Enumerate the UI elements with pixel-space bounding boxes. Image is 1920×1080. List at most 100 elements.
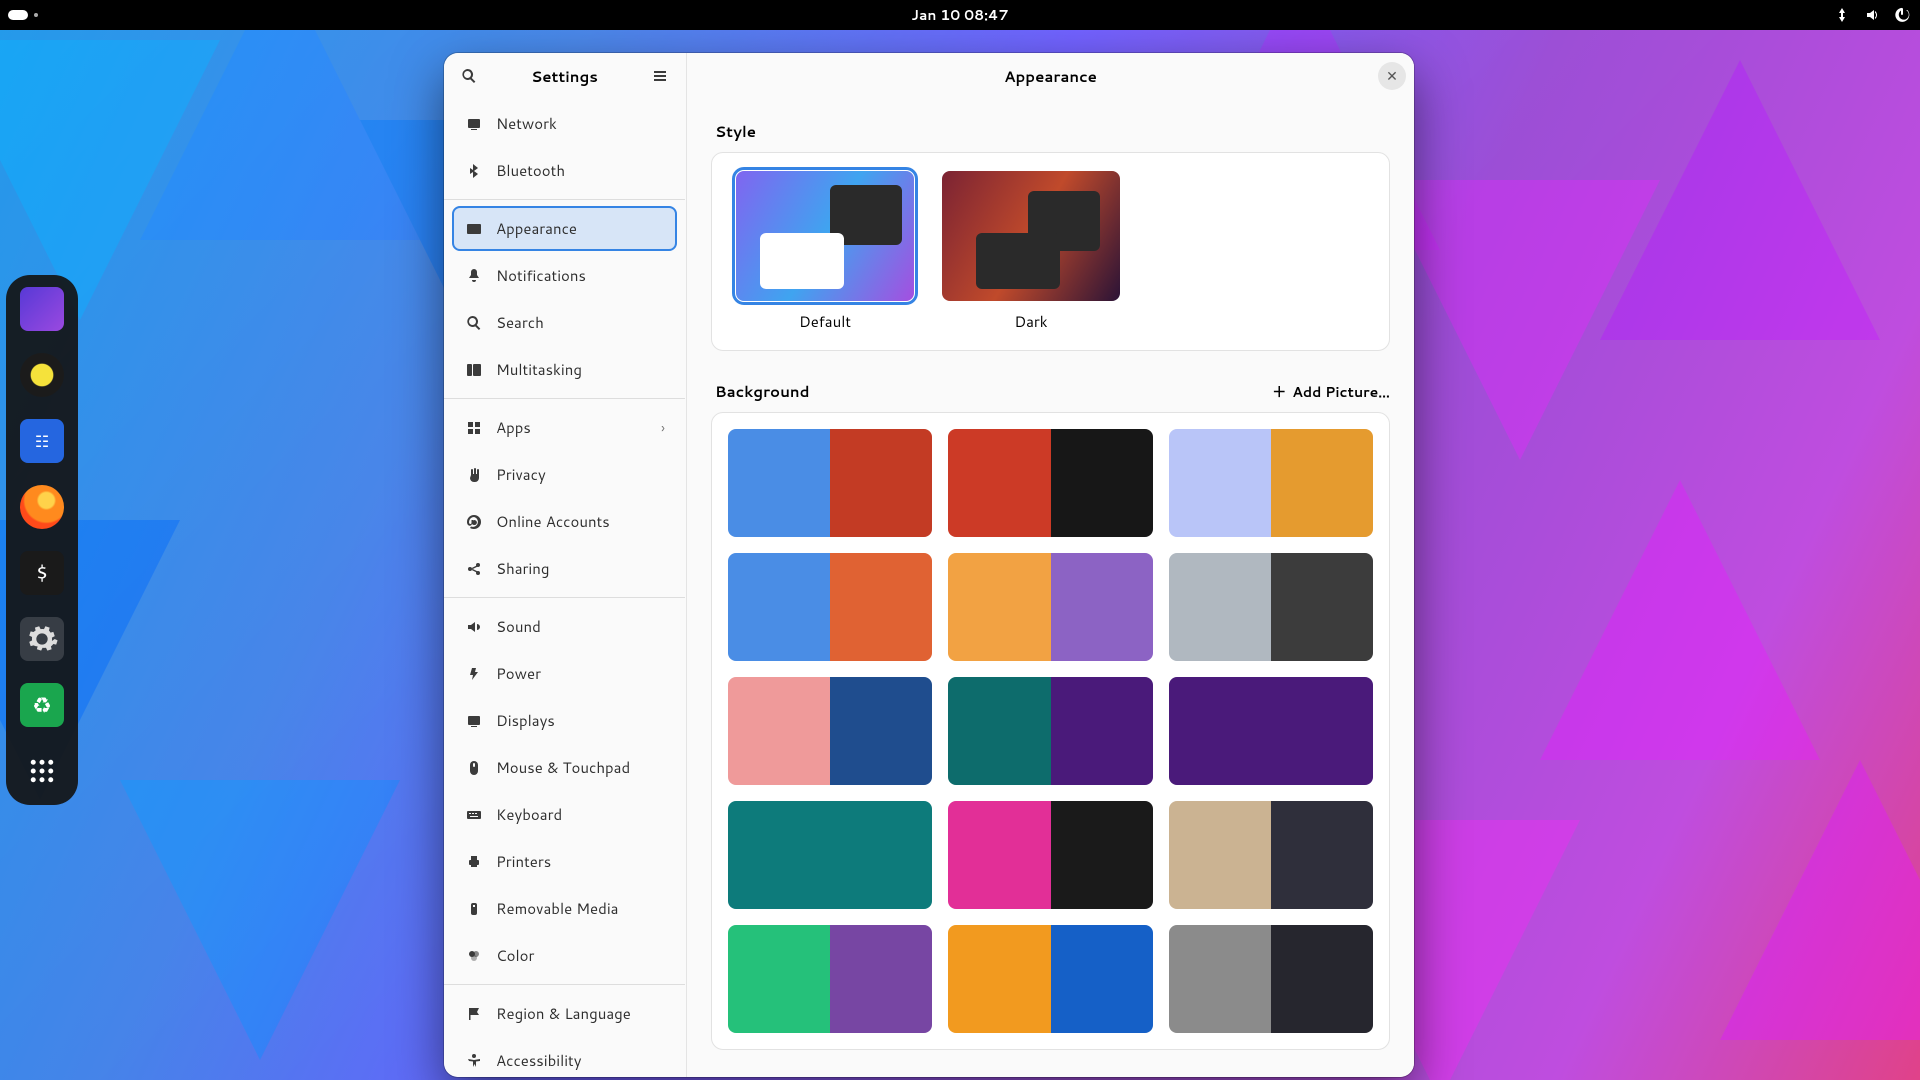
style-option-dark[interactable]: Dark bbox=[942, 171, 1120, 332]
sidebar-item-label: Appearance bbox=[496, 218, 577, 239]
sidebar-item-apps[interactable]: Apps › bbox=[452, 405, 677, 450]
dock-app-settings[interactable] bbox=[20, 617, 64, 661]
background-tile[interactable] bbox=[948, 553, 1152, 661]
background-tile[interactable] bbox=[1169, 677, 1373, 785]
sidebar-item-search[interactable]: Search bbox=[452, 300, 677, 345]
sidebar-item-network[interactable]: Network bbox=[452, 101, 677, 146]
sidebar-item-sharing[interactable]: Sharing bbox=[452, 546, 677, 591]
keyboard-icon bbox=[466, 807, 482, 823]
gear-icon bbox=[25, 622, 59, 656]
sidebar-item-online[interactable]: Online Accounts bbox=[452, 499, 677, 544]
dock-app-show-apps[interactable] bbox=[20, 749, 64, 793]
sidebar-item-notifications[interactable]: Notifications bbox=[452, 253, 677, 298]
sidebar-item-label: Printers bbox=[496, 851, 551, 872]
close-icon: ✕ bbox=[1386, 66, 1398, 86]
add-picture-label: Add Picture… bbox=[1292, 382, 1390, 402]
sidebar-item-privacy[interactable]: Privacy bbox=[452, 452, 677, 497]
settings-sidebar: Settings NetworkBluetooth Appearance Notif… bbox=[444, 53, 686, 1077]
sidebar-item-color[interactable]: Color bbox=[452, 933, 677, 978]
style-card: Default Dark bbox=[711, 152, 1390, 351]
background-tile[interactable] bbox=[948, 677, 1152, 785]
activities-button[interactable] bbox=[8, 10, 38, 20]
background-tile[interactable] bbox=[728, 925, 932, 1033]
bell-icon bbox=[466, 268, 482, 284]
sidebar-item-power[interactable]: Power bbox=[452, 651, 677, 696]
hand-icon bbox=[466, 467, 482, 483]
sidebar-item-keyboard[interactable]: Keyboard bbox=[452, 792, 677, 837]
sidebar-item-removable[interactable]: Removable Media bbox=[452, 886, 677, 931]
speaker-icon bbox=[466, 619, 482, 635]
dock-app-rhythmbox[interactable] bbox=[20, 353, 64, 397]
bluetooth-icon bbox=[466, 163, 482, 179]
clock[interactable]: Jan 10 08:47 bbox=[911, 5, 1008, 25]
power-icon bbox=[466, 666, 482, 682]
dock-app-trash[interactable]: ♻ bbox=[20, 683, 64, 727]
volume-icon bbox=[1864, 7, 1880, 23]
background-tile[interactable] bbox=[728, 553, 932, 661]
settings-content: Appearance ✕ Style DefaultDark Backgroun… bbox=[686, 53, 1414, 1077]
background-tile[interactable] bbox=[948, 925, 1152, 1033]
background-tile[interactable] bbox=[1169, 553, 1373, 661]
background-grid bbox=[711, 412, 1390, 1050]
sidebar-item-displays[interactable]: Displays bbox=[452, 698, 677, 743]
sidebar-item-multitasking[interactable]: Multitasking bbox=[452, 347, 677, 392]
sidebar-item-label: Sharing bbox=[496, 558, 549, 579]
access-icon bbox=[466, 1053, 482, 1069]
window-close-button[interactable]: ✕ bbox=[1378, 62, 1406, 90]
background-tile[interactable] bbox=[1169, 801, 1373, 909]
printer-icon bbox=[466, 854, 482, 870]
sidebar-item-label: Power bbox=[496, 663, 541, 684]
display-icon bbox=[466, 116, 482, 132]
dock-app-terminal[interactable]: $ bbox=[20, 551, 64, 595]
search-icon bbox=[461, 68, 477, 84]
sidebar-item-region[interactable]: Region & Language bbox=[452, 991, 677, 1036]
dock-app-utility[interactable]: ☷ bbox=[20, 419, 64, 463]
sidebar-item-label: Removable Media bbox=[496, 898, 618, 919]
dock-app-graphics[interactable] bbox=[20, 287, 64, 331]
appearance-icon bbox=[466, 221, 482, 237]
workspace-dot-icon bbox=[34, 13, 38, 17]
dock-app-firefox[interactable] bbox=[20, 485, 64, 529]
sidebar-item-sound[interactable]: Sound bbox=[452, 604, 677, 649]
sidebar-item-label: Displays bbox=[496, 710, 555, 731]
background-tile[interactable] bbox=[728, 429, 932, 537]
top-bar: Jan 10 08:47 bbox=[0, 0, 1920, 30]
background-tile[interactable] bbox=[728, 677, 932, 785]
sidebar-item-bluetooth[interactable]: Bluetooth bbox=[452, 148, 677, 193]
sidebar-item-label: Notifications bbox=[496, 265, 586, 286]
background-tile[interactable] bbox=[1169, 429, 1373, 537]
content-title: Appearance bbox=[687, 66, 1414, 87]
background-tile[interactable] bbox=[948, 429, 1152, 537]
sidebar-separator bbox=[444, 398, 685, 399]
content-body[interactable]: Style DefaultDark Background ＋ Add Pictu… bbox=[687, 99, 1414, 1077]
sidebar-header: Settings bbox=[444, 53, 685, 99]
sidebar-item-printers[interactable]: Printers bbox=[452, 839, 677, 884]
sidebar-item-label: Apps bbox=[496, 417, 531, 438]
share-icon bbox=[466, 561, 482, 577]
background-tile[interactable] bbox=[728, 801, 932, 909]
at-icon bbox=[466, 514, 482, 530]
sidebar-search-button[interactable] bbox=[452, 59, 486, 93]
sidebar-item-label: Online Accounts bbox=[496, 511, 610, 532]
system-status-area[interactable] bbox=[1834, 7, 1910, 23]
activities-pill-icon bbox=[8, 10, 28, 20]
background-tile[interactable] bbox=[948, 801, 1152, 909]
sidebar-item-label: Search bbox=[496, 312, 544, 333]
sidebar-item-accessibility[interactable]: Accessibility bbox=[452, 1038, 677, 1077]
sidebar-menu-button[interactable] bbox=[643, 59, 677, 93]
flag-icon bbox=[466, 1006, 482, 1022]
add-picture-button[interactable]: ＋ Add Picture… bbox=[1272, 382, 1390, 402]
dash-dock: ☷ $ ♻ bbox=[6, 275, 78, 805]
sidebar-item-appearance[interactable]: Appearance bbox=[452, 206, 677, 251]
apps-grid-icon bbox=[27, 756, 57, 786]
hamburger-icon bbox=[652, 68, 668, 84]
search-icon bbox=[466, 315, 482, 331]
content-header: Appearance ✕ bbox=[687, 53, 1414, 99]
background-tile[interactable] bbox=[1169, 925, 1373, 1033]
chevron-right-icon: › bbox=[661, 418, 665, 438]
sidebar-separator bbox=[444, 199, 685, 200]
plus-icon: ＋ bbox=[1272, 382, 1286, 402]
sidebar-item-mouse[interactable]: Mouse & Touchpad bbox=[452, 745, 677, 790]
style-option-default[interactable]: Default bbox=[736, 171, 914, 332]
style-option-label: Default bbox=[799, 311, 851, 332]
